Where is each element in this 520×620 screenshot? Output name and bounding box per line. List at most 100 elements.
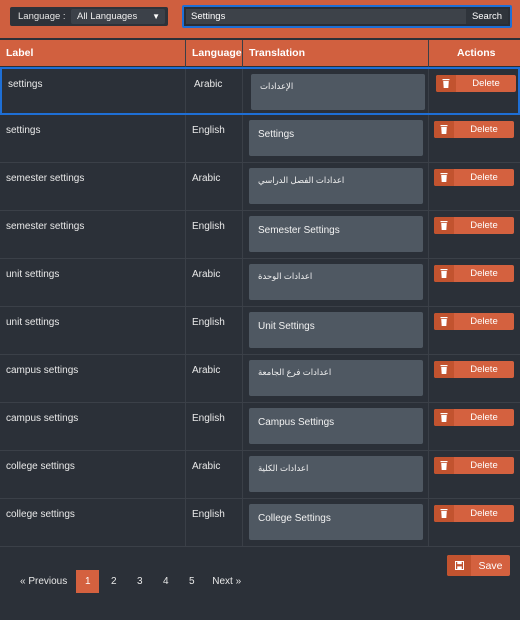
pagination-page-5[interactable]: 5 [180, 570, 204, 593]
row-language: English [192, 221, 225, 232]
row-label: college settings [6, 461, 75, 472]
translation-text: الإعدادات [260, 81, 294, 91]
column-header-translation: Translation [249, 47, 306, 59]
pagination: « Previous 1 2 3 4 5 Next » [14, 570, 248, 594]
table-row: settings Arabic الإعدادات Delete [0, 67, 520, 115]
row-language: Arabic [192, 365, 221, 376]
delete-button[interactable]: Delete [436, 75, 516, 92]
translation-text: Unit Settings [258, 321, 315, 332]
pagination-previous[interactable]: « Previous [14, 570, 74, 593]
row-label: unit settings [6, 269, 60, 280]
caret-down-icon: ▼ [152, 12, 160, 21]
delete-button-label: Delete [470, 412, 498, 423]
column-header-label: Label [6, 47, 34, 59]
row-language: English [192, 509, 225, 520]
language-filter-label: Language : [18, 11, 66, 22]
search-input[interactable] [186, 9, 466, 24]
trash-icon [434, 361, 454, 378]
row-label: college settings [6, 509, 75, 520]
delete-button-label: Delete [470, 268, 498, 279]
table-row: campus settings English Campus Settings Del… [0, 403, 520, 451]
delete-button-label: Delete [470, 508, 498, 519]
translation-field[interactable]: اعدادات الوحدة [249, 264, 423, 300]
row-label: campus settings [6, 413, 79, 424]
delete-button[interactable]: Delete [434, 505, 514, 522]
trash-icon [434, 457, 454, 474]
column-header-actions: Actions [457, 47, 496, 59]
translation-field[interactable]: اعدادات الفصل الدراسي [249, 168, 423, 204]
translation-text: Campus Settings [258, 417, 335, 428]
delete-button-label: Delete [472, 78, 500, 89]
pagination-page-4[interactable]: 4 [154, 570, 178, 593]
row-language: Arabic [194, 79, 223, 90]
row-language: English [192, 413, 225, 424]
row-language: Arabic [192, 461, 221, 472]
trash-icon [434, 265, 454, 282]
table-row: semester settings English Semester Setting… [0, 211, 520, 259]
delete-button[interactable]: Delete [434, 409, 514, 426]
row-label: settings [6, 125, 41, 136]
trash-icon [434, 409, 454, 426]
trash-icon [434, 217, 454, 234]
delete-button-label: Delete [470, 220, 498, 231]
pagination-next[interactable]: Next » [206, 570, 248, 593]
table-row: unit settings Arabic اعدادات الوحدة Delete [0, 259, 520, 307]
row-language: English [192, 125, 225, 136]
table-row: settings English Settings Delete [0, 115, 520, 163]
trash-icon [434, 505, 454, 522]
search-button[interactable]: Search [466, 9, 508, 24]
pagination-page-2[interactable]: 2 [102, 570, 126, 593]
delete-button[interactable]: Delete [434, 313, 514, 330]
floppy-disk-icon [447, 555, 471, 576]
pagination-page-3[interactable]: 3 [128, 570, 152, 593]
delete-button-label: Delete [470, 316, 498, 327]
translation-field[interactable]: Semester Settings [249, 216, 423, 252]
column-header-language: Language [192, 47, 242, 59]
translation-field[interactable]: اعدادات الكلية [249, 456, 423, 492]
delete-button[interactable]: Delete [434, 217, 514, 234]
translation-field[interactable]: Campus Settings [249, 408, 423, 444]
save-button[interactable]: Save [447, 555, 510, 576]
translation-text: Semester Settings [258, 225, 340, 236]
translation-text: اعدادات فرع الجامعة [258, 367, 332, 377]
translation-field[interactable]: اعدادات فرع الجامعة [249, 360, 423, 396]
delete-button[interactable]: Delete [434, 169, 514, 186]
pagination-page-1[interactable]: 1 [76, 570, 100, 593]
translation-field[interactable]: الإعدادات [251, 74, 425, 110]
table-row: campus settings Arabic اعدادات فرع الجامعة… [0, 355, 520, 403]
translation-text: اعدادات الوحدة [258, 271, 313, 281]
trash-icon [434, 121, 454, 138]
row-label: unit settings [6, 317, 60, 328]
delete-button-label: Delete [470, 172, 498, 183]
language-select[interactable]: All Languages ▼ [71, 9, 165, 24]
delete-button[interactable]: Delete [434, 121, 514, 138]
row-language: Arabic [192, 269, 221, 280]
row-label: settings [8, 79, 43, 90]
delete-button-label: Delete [470, 364, 498, 375]
table-row: semester settings Arabic اعدادات الفصل الد… [0, 163, 520, 211]
table-row: college settings English College Settings D… [0, 499, 520, 547]
language-filter: Language : All Languages ▼ [10, 7, 168, 26]
language-select-value: All Languages [77, 11, 138, 22]
delete-button[interactable]: Delete [434, 457, 514, 474]
delete-button[interactable]: Delete [434, 361, 514, 378]
table-row: college settings Arabic اعدادات الكلية Dele… [0, 451, 520, 499]
row-label: campus settings [6, 365, 79, 376]
search-box: Search [182, 5, 512, 28]
translation-text: اعدادات الفصل الدراسي [258, 175, 345, 185]
row-language: Arabic [192, 173, 221, 184]
translation-field[interactable]: Unit Settings [249, 312, 423, 348]
row-label: semester settings [6, 221, 85, 232]
delete-button-label: Delete [470, 124, 498, 135]
translation-field[interactable]: College Settings [249, 504, 423, 540]
row-language: English [192, 317, 225, 328]
filter-bar: Language : All Languages ▼ Search [0, 0, 520, 38]
translation-field[interactable]: Settings [249, 120, 423, 156]
trash-icon [434, 169, 454, 186]
row-label: semester settings [6, 173, 85, 184]
translation-text: College Settings [258, 513, 331, 524]
table-header: Label Language Translation Actions [0, 40, 520, 66]
translation-text: Settings [258, 129, 295, 140]
trash-icon [436, 75, 456, 92]
delete-button[interactable]: Delete [434, 265, 514, 282]
